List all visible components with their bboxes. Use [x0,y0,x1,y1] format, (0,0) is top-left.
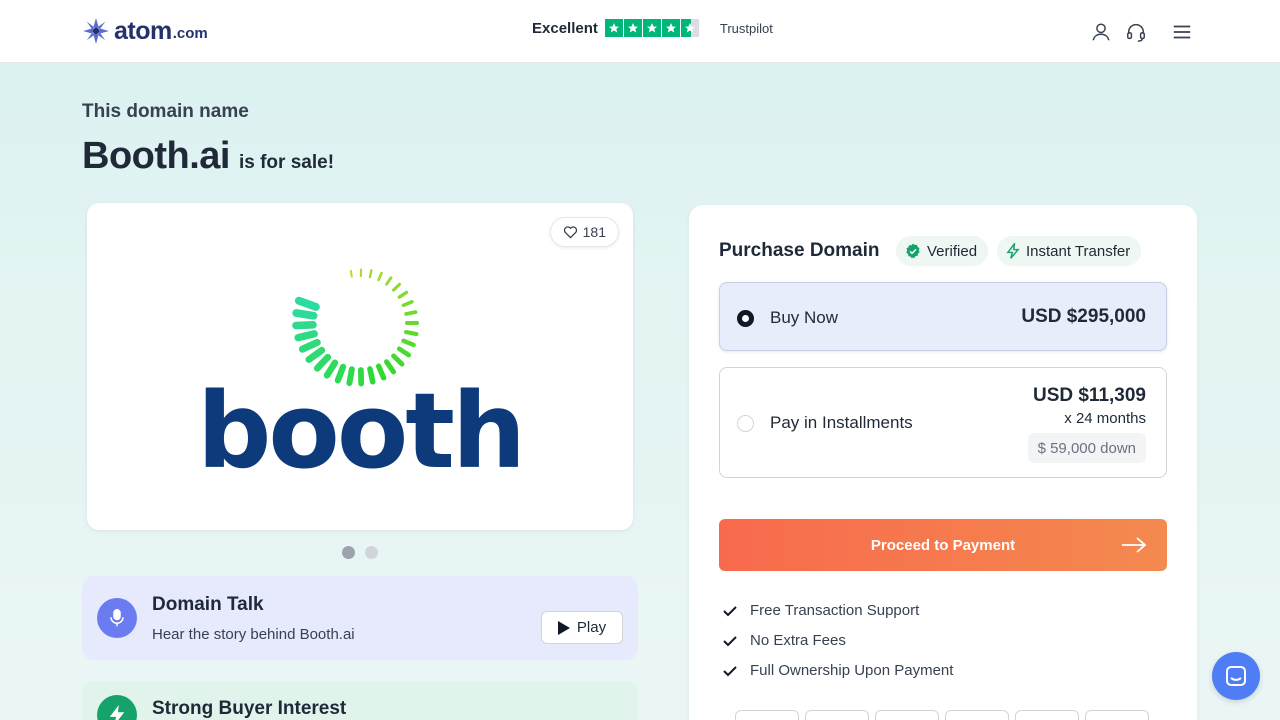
heart-icon [563,226,577,239]
microphone-icon [97,598,137,638]
payment-method-chip [875,710,939,720]
chat-icon [1226,666,1246,686]
buyer-interest-card: Strong Buyer Interest [82,681,638,720]
spinner-tick [292,321,317,330]
spinner-tick [404,329,419,337]
for-sale-text: is for sale! [238,152,335,173]
spinner-tick [294,330,318,342]
domain-logo-card[interactable]: 181 booth [87,203,633,530]
star-icon [661,19,680,37]
instant-transfer-badge: Instant Transfer [997,236,1142,266]
buy-now-radio[interactable] [737,310,754,327]
spinner-tick [391,353,405,367]
spinner-tick [391,282,401,292]
feature-label: Full Ownership Upon Payment [750,662,954,679]
verified-check-icon [906,243,920,259]
domain-talk-card: Domain Talk Hear the story behind Booth.… [82,576,638,660]
page-title: Booth.ai is for sale! [82,135,334,178]
star-icon [604,19,623,37]
arrow-right-icon [1122,537,1147,553]
installments-radio[interactable] [737,415,754,432]
domain-name: Booth.ai [82,135,230,177]
trustpilot-label: Trustpilot [719,20,773,36]
star-icon [623,19,642,37]
spinner-tick [368,269,373,279]
site-header: atom .com Excellent Trustpilot [0,0,1280,63]
spinner-tick [292,309,318,320]
buy-now-option[interactable]: Buy Now USD $295,000 [719,282,1167,351]
trust-label: Excellent [532,19,598,37]
proceed-to-payment-button[interactable]: Proceed to Payment [719,519,1167,571]
spinner-tick [294,296,320,311]
spinner-tick [313,353,332,372]
buy-now-price: USD $295,000 [1021,306,1146,327]
verified-badge: Verified [896,236,989,266]
payment-method-chip [735,710,799,720]
play-button[interactable]: Play [541,611,623,644]
trust-stars [604,19,700,37]
down-payment: $ 59,000 down [1027,433,1146,463]
proceed-label: Proceed to Payment [870,536,1016,554]
carousel-dot[interactable] [342,546,355,559]
buy-now-label: Buy Now [770,308,839,327]
trustpilot-rating[interactable]: Excellent Trustpilot [532,19,773,37]
lightning-icon [1006,243,1020,259]
check-icon [723,665,737,676]
feature-label: No Extra Fees [750,632,846,649]
spinner-tick [396,346,412,358]
feature-item: No Extra Fees [723,632,846,649]
play-label: Play [576,619,607,636]
domain-talk-subtitle: Hear the story behind Booth.ai [152,626,355,643]
verified-label: Verified [927,242,978,260]
installments-label: Pay in Installments [770,413,913,432]
payment-method-chip [1015,710,1079,720]
purchase-panel: Purchase Domain Verified Instant Transfe… [689,205,1197,720]
atom-star-icon [83,18,109,44]
feature-item: Full Ownership Upon Payment [723,662,953,679]
carousel-dot[interactable] [365,546,378,559]
spinner-tick [298,338,321,353]
installments-option[interactable]: Pay in Installments USD $11,309 x 24 mon… [719,367,1167,478]
check-icon [723,635,737,646]
spinner-tick [305,346,326,363]
like-count: 181 [582,224,606,240]
half-star-icon [680,19,699,37]
feature-item: Free Transaction Support [723,602,919,619]
installments-months: x 24 months [1064,410,1146,427]
spinner-tick [401,300,414,308]
logo-wordmark: atom [114,17,172,45]
chat-widget-button[interactable] [1212,652,1260,700]
spinner-tick [385,276,393,286]
purchase-title: Purchase Domain [719,240,880,261]
logo-tld: .com [172,25,208,42]
carousel-dots [342,546,388,559]
menu-icon[interactable] [1171,21,1193,43]
domain-talk-title: Domain Talk [152,594,264,615]
spinner-tick [349,269,353,278]
instant-transfer-label: Instant Transfer [1026,242,1131,260]
installments-price: USD $11,309 [1032,385,1146,406]
feature-label: Free Transaction Support [750,602,920,619]
spinner-tick [404,310,418,316]
atom-logo[interactable]: atom .com [82,17,208,45]
spinner-tick [397,290,409,299]
headset-icon[interactable] [1125,21,1147,43]
booth-logo-wordmark: booth [196,370,526,492]
check-icon [723,605,737,616]
payment-method-chip [945,710,1009,720]
spinner-tick [401,338,416,348]
buyer-interest-title: Strong Buyer Interest [152,698,347,719]
payment-method-chip [1085,710,1149,720]
page-eyebrow: This domain name [82,101,249,122]
spinner-tick [377,271,383,282]
payment-method-chip [805,710,869,720]
lightning-icon [97,695,137,720]
play-icon [557,620,570,635]
user-icon[interactable] [1090,21,1112,43]
star-icon [642,19,661,37]
